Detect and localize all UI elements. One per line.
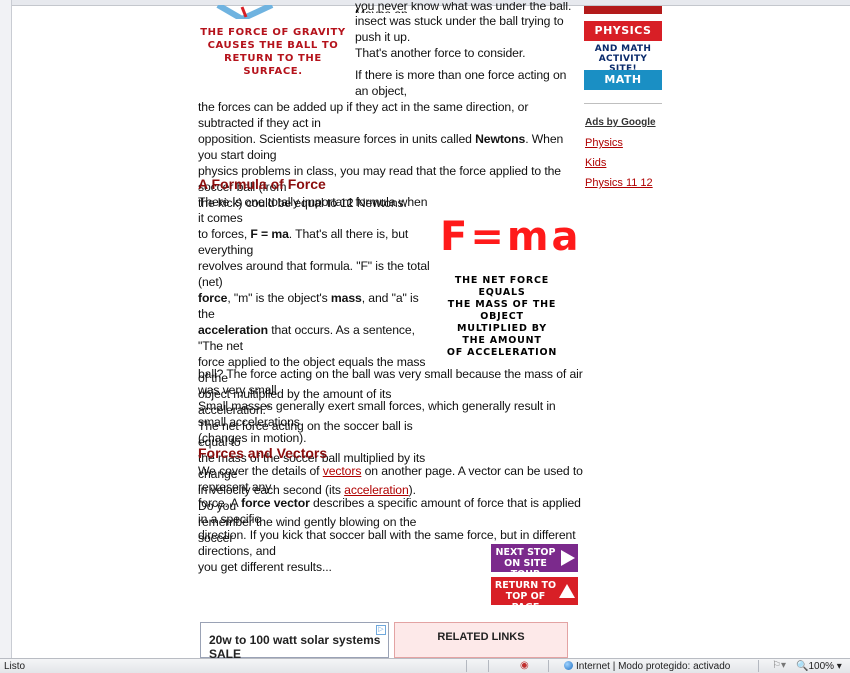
newtons-term: Newtons (475, 132, 526, 146)
text-line: ball? The force acting on the ball was v… (198, 367, 583, 397)
text-line: revolves around that formula. "F" is the… (198, 259, 430, 289)
browser-viewport: THE FORCE OF GRAVITY CAUSES THE BALL TO … (0, 0, 850, 658)
status-separator (488, 660, 489, 672)
sidebar-link-kids[interactable]: Kids (585, 157, 606, 169)
security-zone[interactable]: Internet | Modo protegido: activado (564, 661, 730, 672)
globe-icon (564, 661, 573, 670)
physics-label[interactable]: PHYSICS (584, 21, 662, 41)
caption-line: THE MASS OF THE OBJECT (447, 299, 557, 322)
text-line: the forces can be added up if they act i… (198, 100, 529, 130)
force-term: force (198, 291, 228, 305)
protected-mode-icon[interactable]: ⚐▾ (772, 660, 786, 671)
caption-line: MULTIPLIED BY (457, 323, 547, 334)
zoom-level: 100% (808, 661, 835, 672)
status-bar: Listo ◉ Internet | Modo protegido: activ… (0, 658, 850, 673)
text-line: acceleration that occurs. As a sentence,… (198, 323, 415, 353)
section-heading-formula: A Formula of Force (198, 176, 326, 192)
security-icon[interactable]: ◉ (520, 660, 529, 671)
text-line: Small masses generally exert small force… (198, 399, 556, 429)
formula-caption: THE NET FORCE EQUALS THE MASS OF THE OBJ… (430, 275, 574, 359)
formula-graphic: F=ma (440, 214, 582, 260)
status-separator (466, 660, 467, 672)
status-separator (758, 660, 759, 672)
force-vector-term: force vector (241, 496, 310, 510)
partial-line: you never know what was under the ball. … (355, 2, 572, 13)
insect-line: That's another force to consider. (355, 46, 526, 60)
next-stop-line: NEXT STOP (495, 547, 556, 558)
sidebar-link-physics-11-12[interactable]: Physics 11 12 (585, 177, 653, 189)
gravity-caption-line: THE FORCE OF GRAVITY (200, 27, 346, 38)
text-line: If there is more than one force acting o… (355, 68, 567, 98)
zoom-control[interactable]: 🔍100% ▾ (796, 661, 842, 672)
text-line: There is one totally important formula w… (198, 195, 428, 225)
text-line: force, "m" is the object's mass, and "a"… (198, 291, 419, 321)
sidebar-link-physics[interactable]: Physics (585, 137, 623, 149)
and-math-line: AND MATH (594, 44, 652, 54)
caption-line: OF ACCELERATION (446, 347, 558, 358)
formula-term: F = ma (250, 227, 289, 241)
ad-choices-icon[interactable]: ▷ (376, 625, 386, 635)
up-arrow-icon (559, 584, 575, 598)
ball-trail-icon (216, 2, 274, 23)
text-line: force. A force vector describes a specif… (198, 496, 581, 526)
gravity-illustration (212, 2, 292, 23)
status-text: Listo (4, 661, 26, 672)
formula-paragraph-wide: ball? The force acting on the ball was v… (198, 366, 583, 446)
caption-line: THE AMOUNT (462, 335, 542, 346)
caption-line: THE NET FORCE EQUALS (454, 275, 550, 298)
related-links-box: RELATED LINKS (394, 622, 568, 658)
insect-text: you never know what was under the ball. … (355, 2, 580, 61)
return-top-line: TOP OF PAGE (505, 591, 546, 613)
insect-line: insect was stuck under the ball trying t… (355, 14, 564, 44)
return-top-button[interactable]: RETURN TO TOP OF PAGE (491, 577, 578, 613)
zone-text: Internet | Modo protegido: activado (576, 661, 731, 672)
text-line: We cover the details of vectors on anoth… (198, 464, 583, 494)
math-label[interactable]: MATH (584, 70, 662, 90)
acceleration-term: acceleration (198, 323, 268, 337)
text-line: opposition. Scientists measure forces in… (198, 132, 564, 162)
section-heading-vectors: Forces and Vectors (198, 445, 328, 461)
sidebar-divider (584, 103, 662, 104)
ad-banner[interactable]: 20w to 100 watt solar systems SALE ▷ (200, 622, 389, 658)
gravity-caption-line: CAUSES THE BALL TO (207, 40, 339, 51)
page-margin (0, 0, 12, 658)
text-line: to forces, F = ma. That's all there is, … (198, 227, 409, 257)
ads-by-google[interactable]: Ads by Google (585, 117, 656, 128)
sidebar-top-strip (584, 6, 662, 14)
play-arrow-icon (561, 550, 575, 566)
vectors-link[interactable]: vectors (323, 464, 362, 478)
zoom-icon: 🔍 (796, 661, 809, 672)
return-top-line: RETURN TO (494, 580, 557, 591)
status-separator (548, 660, 549, 672)
next-stop-button[interactable]: NEXT STOP ON SITE TOUR (491, 544, 578, 580)
related-links-heading: RELATED LINKS (437, 631, 525, 643)
ad-text: 20w to 100 watt solar systems SALE (209, 633, 381, 658)
mass-term: mass (330, 291, 362, 305)
